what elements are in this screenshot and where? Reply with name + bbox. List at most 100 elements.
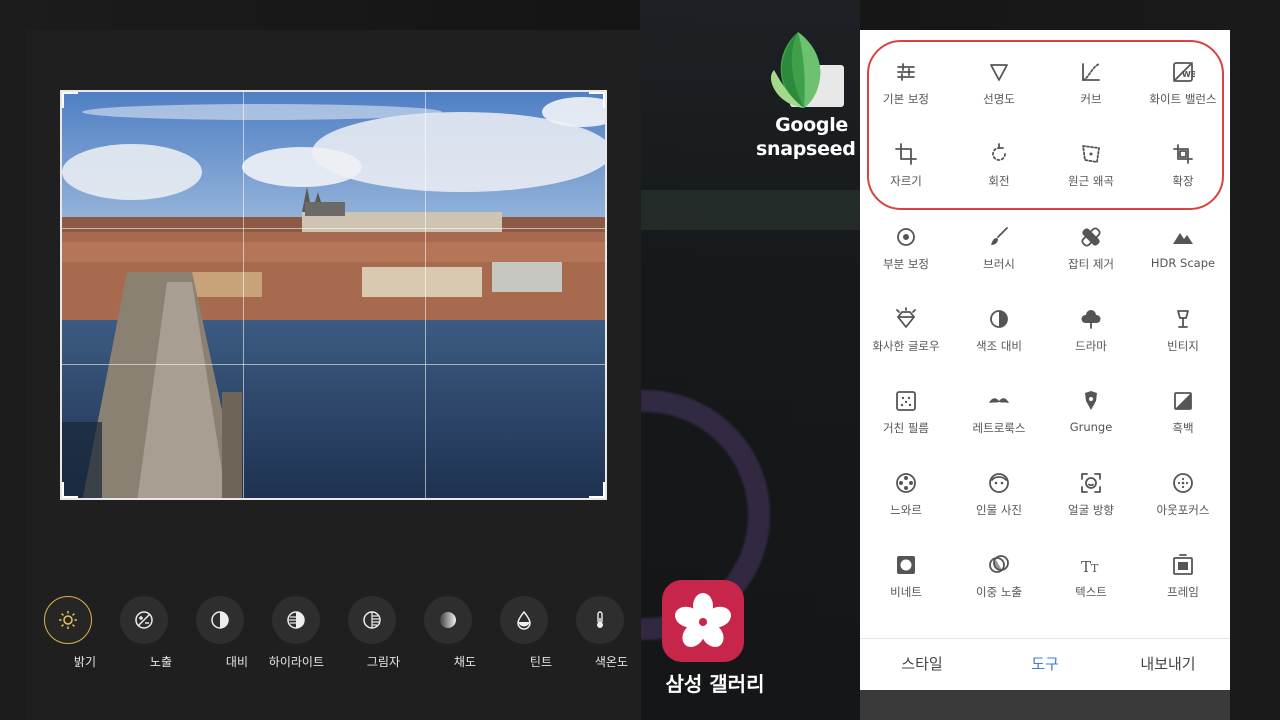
- adjust-label: 틴트: [529, 655, 552, 669]
- tool-label: 부분 보정: [883, 257, 929, 271]
- tool-noir[interactable]: 느와르: [860, 471, 952, 518]
- grid-line: [62, 228, 605, 229]
- tool-grainy-film[interactable]: 거친 필름: [860, 389, 952, 436]
- adjust-label: 채도: [453, 655, 476, 669]
- vignette-icon: [897, 556, 915, 574]
- tool-text[interactable]: T T 텍스트: [1045, 553, 1137, 600]
- svg-text:T: T: [1091, 562, 1099, 575]
- tonal-contrast-icon: [990, 310, 1008, 328]
- adjust-exposure[interactable]: 노출: [116, 596, 172, 670]
- snapseed-brand-line2: snapseed: [756, 138, 856, 160]
- tool-label: 색조 대비: [976, 339, 1022, 353]
- adjust-label: 하이라이트: [268, 655, 324, 669]
- lens-blur-icon: [1173, 473, 1193, 493]
- tool-label: 흑백: [1172, 421, 1194, 435]
- adjust-highlights[interactable]: 하이라이트: [268, 596, 324, 670]
- tool-label: 아웃포커스: [1156, 503, 1210, 517]
- tool-frames[interactable]: 프레임: [1137, 553, 1229, 600]
- brightness-icon: [59, 611, 77, 629]
- drama-icon: [1081, 310, 1101, 329]
- snapseed-leaf-icon: [770, 32, 844, 108]
- tool-label: 거친 필름: [883, 421, 929, 435]
- tool-vignette[interactable]: 비네트: [860, 553, 952, 600]
- tool-label: 브러시: [983, 257, 1015, 271]
- prague-photo: [62, 92, 605, 498]
- glamour-glow-icon: [896, 307, 916, 328]
- adjust-label: 밝기: [73, 655, 96, 669]
- adjust-label: 대비: [225, 655, 248, 669]
- adjust-saturation[interactable]: 채도: [420, 596, 476, 670]
- shadows-icon: [363, 611, 381, 629]
- vintage-icon: [1177, 310, 1189, 328]
- adjust-tint[interactable]: 틴트: [496, 596, 552, 670]
- crop-handle-bottom-right[interactable]: [589, 482, 605, 498]
- tool-lens-blur[interactable]: 아웃포커스: [1137, 471, 1229, 518]
- tool-label: 빈티지: [1167, 339, 1199, 353]
- grid-line: [243, 92, 244, 498]
- tint-icon: [517, 610, 531, 630]
- exposure-icon: [135, 611, 153, 629]
- grid-line: [425, 92, 426, 498]
- tool-glamour-glow[interactable]: 화사한 글로우: [860, 307, 952, 354]
- grainy-film-icon: [896, 391, 916, 411]
- highlight-annotation: [867, 40, 1224, 210]
- retrolux-icon: [989, 398, 1009, 403]
- tab-export[interactable]: 내보내기: [1113, 653, 1223, 674]
- tool-label: 레트로룩스: [972, 421, 1026, 435]
- adjust-temperature[interactable]: 색온도: [572, 596, 628, 670]
- adjust-brightness[interactable]: 밝기: [40, 596, 96, 670]
- samsung-gallery-logo: [662, 580, 744, 662]
- tool-label: 비네트: [890, 585, 922, 599]
- tool-label: 인물 사진: [976, 503, 1022, 517]
- tool-tonal-contrast[interactable]: 색조 대비: [953, 307, 1045, 354]
- tool-selective[interactable]: 부분 보정: [860, 225, 952, 272]
- adjustment-bar: 밝기 노출 대비 하이라이트 그림자 채도 틴트 색온도: [40, 596, 640, 686]
- adjust-label: 그림자: [366, 655, 400, 669]
- crop-frame[interactable]: [60, 90, 607, 500]
- tool-grunge[interactable]: Grunge: [1045, 389, 1137, 434]
- contrast-icon: [211, 611, 229, 629]
- tool-label: Grunge: [1069, 420, 1113, 434]
- background-green-bar: [640, 190, 860, 230]
- adjust-shadows[interactable]: 그림자: [344, 596, 400, 670]
- bottom-tabs: 스타일 도구 내보내기: [860, 638, 1230, 691]
- tab-tools[interactable]: 도구: [990, 653, 1100, 674]
- highlights-icon: [287, 611, 305, 629]
- tool-hdr-scape[interactable]: HDR Scape: [1137, 225, 1229, 270]
- double-exposure-icon: [989, 555, 1009, 573]
- tool-drama[interactable]: 드라마: [1045, 307, 1137, 354]
- adjust-contrast[interactable]: 대비: [192, 596, 248, 670]
- head-pose-icon: [1081, 473, 1101, 493]
- tool-label: 텍스트: [1075, 585, 1107, 599]
- crop-handle-top-left[interactable]: [62, 92, 78, 108]
- samsung-gallery-title: 삼성 갤러리: [665, 672, 765, 696]
- tool-head-pose[interactable]: 얼굴 방향: [1045, 471, 1137, 518]
- noir-icon: [896, 473, 916, 493]
- frames-icon: [1173, 554, 1193, 575]
- tool-portrait[interactable]: 인물 사진: [953, 471, 1045, 518]
- grid-line: [62, 364, 605, 365]
- tabs-reflection: [860, 690, 1230, 720]
- selective-icon: [897, 228, 915, 246]
- crop-handle-bottom-left[interactable]: [62, 482, 78, 498]
- tool-label: 이중 노출: [976, 585, 1022, 599]
- tab-styles[interactable]: 스타일: [867, 653, 977, 674]
- tool-retrolux[interactable]: 레트로룩스: [953, 389, 1045, 436]
- tool-label: 잡티 제거: [1068, 257, 1114, 271]
- tool-label: 얼굴 방향: [1068, 503, 1114, 517]
- healing-icon: [1081, 227, 1101, 247]
- tool-label: 프레임: [1167, 585, 1199, 599]
- snapseed-brand-line1: Google: [775, 114, 848, 136]
- tool-label: 드라마: [1075, 339, 1107, 353]
- tool-double-exposure[interactable]: 이중 노출: [953, 553, 1045, 600]
- black-white-icon: [1174, 392, 1192, 410]
- tool-healing[interactable]: 잡티 제거: [1045, 225, 1137, 272]
- hdr-scape-icon: [1173, 233, 1193, 244]
- brush-icon: [991, 227, 1008, 245]
- tool-vintage[interactable]: 빈티지: [1137, 307, 1229, 354]
- tool-label: 화사한 글로우: [872, 339, 940, 353]
- crop-handle-top-right[interactable]: [589, 92, 605, 108]
- tool-brush[interactable]: 브러시: [953, 225, 1045, 272]
- tool-black-white[interactable]: 흑백: [1137, 389, 1229, 436]
- tool-label: HDR Scape: [1150, 256, 1216, 270]
